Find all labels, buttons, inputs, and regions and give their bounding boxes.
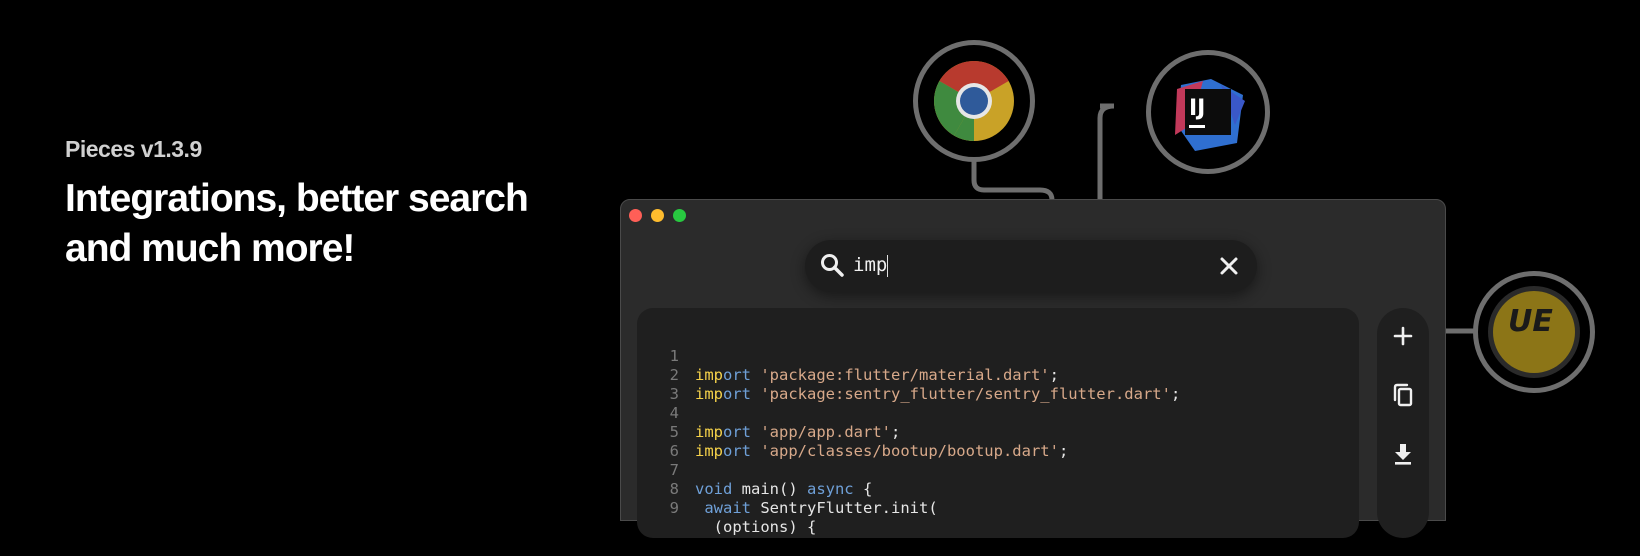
code-line: 8 await SentryFlutter.init(	[637, 461, 938, 517]
code-line: 3	[637, 366, 693, 403]
plus-icon	[1393, 326, 1413, 346]
code-snippet-panel: 1 import 'package:flutter/material.dart'…	[637, 308, 1359, 538]
code-line: 2 import 'package:sentry_flutter/sentry_…	[637, 347, 1181, 403]
search-icon	[821, 254, 844, 277]
add-button[interactable]	[1390, 323, 1416, 349]
download-icon	[1395, 444, 1411, 465]
line-number: 9	[669, 499, 679, 517]
download-button[interactable]	[1390, 441, 1416, 467]
copy-button[interactable]	[1390, 382, 1416, 408]
search-input[interactable]: imp	[853, 254, 889, 277]
unreal-logo-text: UE	[1508, 304, 1553, 339]
pieces-app-window: imp 1 import 'package:flutter/material.d…	[620, 199, 1446, 538]
code-line: 1 import 'package:flutter/material.dart'…	[637, 328, 1059, 384]
code-line: 5 import 'app/classes/bootup/bootup.dart…	[637, 404, 1069, 460]
chrome-icon	[934, 61, 1014, 141]
code-line: 4 import 'app/app.dart';	[637, 385, 901, 441]
maximize-window-button[interactable]	[673, 209, 686, 222]
close-window-button[interactable]	[629, 209, 642, 222]
minimize-window-button[interactable]	[651, 209, 664, 222]
code-line: 6	[637, 423, 693, 460]
chrome-integration[interactable]	[913, 40, 1035, 162]
text-caret	[887, 254, 889, 277]
search-bar[interactable]: imp	[805, 240, 1257, 292]
close-icon[interactable]	[1219, 256, 1239, 276]
unreal-engine-icon: UE	[1488, 286, 1580, 378]
unreal-engine-integration[interactable]: UE	[1473, 271, 1595, 393]
copy-icon	[1393, 383, 1413, 407]
snippet-action-rail	[1377, 308, 1429, 538]
search-query: imp	[853, 254, 888, 276]
code-line: 9 (options) {	[637, 480, 817, 536]
intellij-integration[interactable]: IJ	[1146, 50, 1270, 174]
code-line: 7 void main() async {	[637, 442, 873, 498]
intellij-logo-text: IJ	[1189, 96, 1205, 121]
intellij-icon: IJ	[1175, 79, 1245, 151]
